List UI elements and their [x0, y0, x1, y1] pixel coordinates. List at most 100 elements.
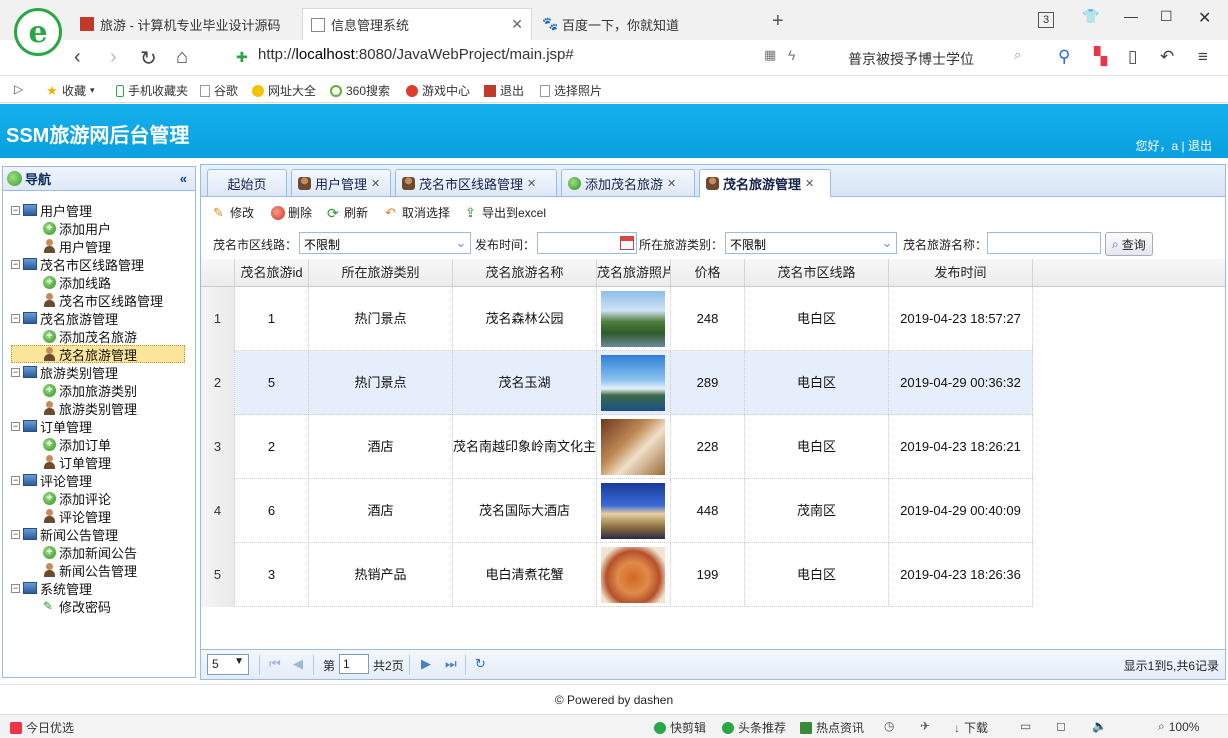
bookmark-favorites[interactable]: ★ 收藏 ▾ [46, 82, 95, 99]
tab-tour-manage[interactable]: 茂名旅游管理 ✕ [699, 169, 831, 197]
time-filter-input[interactable] [537, 232, 637, 254]
forward-icon[interactable]: › [110, 46, 117, 69]
status-rocket-icon[interactable]: ✈ [920, 719, 930, 733]
tree-toggle-icon[interactable]: − [11, 313, 20, 323]
table-row[interactable]: 4 6 酒店 茂名国际大酒店 448 茂南区 2019-04-29 00:40:09 [201, 479, 1033, 543]
nav-group[interactable]: − 旅游类别管理 [11, 363, 118, 381]
status-zoom[interactable]: ⌕ 100% [1158, 719, 1199, 734]
status-quick-edit[interactable]: 快剪辑 [654, 719, 706, 736]
find-icon[interactable]: ⚲ [1058, 47, 1070, 67]
column-header[interactable]: 茂名旅游名称 [453, 259, 597, 287]
reload-icon[interactable]: ↻ [140, 46, 157, 71]
apps-icon[interactable]: ▚ [1094, 47, 1107, 67]
qr-icon[interactable]: ▦ [764, 47, 776, 63]
menu-icon[interactable]: ≡ [1198, 47, 1208, 67]
tab-close-icon[interactable]: ✕ [371, 177, 380, 190]
refresh-button[interactable]: ⟳ 刷新 [327, 204, 368, 221]
tab-close-icon[interactable]: ✕ [805, 177, 814, 190]
tab-line-manage[interactable]: 茂名市区线路管理 ✕ [395, 169, 557, 196]
tree-toggle-icon[interactable]: − [11, 529, 20, 539]
status-hot-news[interactable]: 热点资讯 [800, 719, 864, 736]
nav-item[interactable]: + 添加茂名旅游 [43, 327, 137, 345]
name-filter-input[interactable] [987, 232, 1101, 254]
page-number-input[interactable]: 1 [339, 654, 369, 674]
page-size-select[interactable]: 5 ▼ [207, 654, 249, 675]
status-headlines[interactable]: 头条推荐 [722, 719, 786, 736]
nav-item[interactable]: + 添加线路 [43, 273, 111, 291]
nav-item[interactable]: 新闻公告管理 [43, 561, 137, 579]
nav-group[interactable]: − 新闻公告管理 [11, 525, 118, 543]
nav-item[interactable]: + 添加评论 [43, 489, 111, 507]
column-header[interactable]: 发布时间 [889, 259, 1033, 287]
status-screen-icon[interactable]: ◻ [1056, 719, 1066, 733]
column-header[interactable]: 茂名市区线路 [745, 259, 889, 287]
nav-group[interactable]: − 用户管理 [11, 201, 92, 219]
tab-user-manage[interactable]: 用户管理 ✕ [291, 169, 391, 196]
browser-tab-2[interactable]: 信息管理系统 ✕ [302, 8, 532, 40]
type-filter-select[interactable]: 不限制 ⌄ [725, 232, 897, 254]
search-icon[interactable]: ⌕ [1014, 47, 1021, 63]
tree-toggle-icon[interactable]: − [11, 367, 20, 377]
tablet-icon[interactable]: ▯ [1128, 47, 1137, 67]
cancel-select-button[interactable]: ↶ 取消选择 [385, 204, 450, 221]
nav-item[interactable]: 茂名旅游管理 [11, 345, 185, 363]
nav-item[interactable]: 茂名市区线路管理 [43, 291, 163, 309]
window-close-icon[interactable]: ✕ [1198, 8, 1211, 28]
tab-add-tour[interactable]: 添加茂名旅游 ✕ [561, 169, 695, 196]
nav-group[interactable]: − 订单管理 [11, 417, 92, 435]
tree-toggle-icon[interactable]: − [11, 259, 20, 269]
status-window-icon[interactable]: ▭ [1020, 719, 1031, 733]
bookmark-games[interactable]: 游戏中心 [406, 82, 470, 99]
undo-icon[interactable]: ↶ [1160, 47, 1174, 67]
query-button[interactable]: ⌕ 查询 [1105, 232, 1153, 256]
search-input[interactable]: 普京被授予博士学位 [840, 45, 1040, 71]
logout-link[interactable]: 退出 [1188, 139, 1212, 153]
table-row[interactable]: 5 3 热销产品 电白清煮花蟹 199 电白区 2019-04-23 18:26:36 [201, 543, 1033, 607]
bookmark-hao[interactable]: 网址大全 [252, 82, 316, 99]
url-input[interactable]: http://localhost:8080/JavaWebProject/mai… [258, 46, 574, 63]
tab-close-icon[interactable]: ✕ [527, 177, 536, 190]
browser-tab-3[interactable]: 🐾 百度一下，你就知道 [534, 8, 764, 40]
today-picks[interactable]: 今日优选 [10, 719, 74, 736]
nav-item[interactable]: + 添加旅游类别 [43, 381, 137, 399]
bookmark-photo[interactable]: 选择照片 [540, 82, 602, 99]
bookmark-google[interactable]: 谷歌 [200, 82, 238, 99]
collapse-icon[interactable]: « [180, 171, 187, 186]
reload-grid-icon[interactable]: ↻ [475, 656, 486, 672]
table-row[interactable]: 3 2 酒店 茂名南越印象岭南文化主 228 电白区 2019-04-23 18:26:21 [201, 415, 1033, 479]
nav-item[interactable]: 订单管理 [43, 453, 111, 471]
nav-item[interactable]: 评论管理 [43, 507, 111, 525]
nav-group[interactable]: − 茂名旅游管理 [11, 309, 118, 327]
nav-item[interactable]: ✎ 修改密码 [43, 597, 111, 615]
prev-page-icon[interactable]: ◀ [293, 656, 303, 672]
tree-toggle-icon[interactable]: − [11, 421, 20, 431]
status-download[interactable]: ↓ 下载 [954, 719, 988, 736]
close-icon[interactable]: ✕ [511, 16, 523, 33]
column-header[interactable]: 茂名旅游id [235, 259, 309, 287]
export-excel-button[interactable]: ⇪ 导出到excel [465, 204, 546, 221]
nav-item[interactable]: 用户管理 [43, 237, 111, 255]
home-icon[interactable]: ⌂ [176, 46, 188, 69]
column-header[interactable]: 茂名旅游照片 [597, 259, 671, 287]
last-page-icon[interactable]: ⏭ [445, 656, 457, 672]
tree-toggle-icon[interactable]: − [11, 583, 20, 593]
column-header[interactable]: 价格 [671, 259, 745, 287]
nav-group[interactable]: − 评论管理 [11, 471, 92, 489]
status-speed-icon[interactable]: ◷ [884, 719, 894, 733]
bookmark-360[interactable]: 360搜索 [330, 82, 390, 99]
bookmark-logout[interactable]: 退出 [484, 82, 524, 99]
nav-item[interactable]: + 添加新闻公告 [43, 543, 137, 561]
edit-button[interactable]: ✎ 修改 [213, 204, 254, 221]
new-tab-button[interactable]: + [772, 10, 784, 33]
delete-button[interactable]: 删除 [271, 204, 312, 221]
nav-item[interactable]: + 添加用户 [43, 219, 111, 237]
back-icon[interactable]: ‹ [74, 46, 81, 69]
lightning-icon[interactable]: ϟ [788, 47, 795, 63]
nav-item[interactable]: 旅游类别管理 [43, 399, 137, 417]
tab-close-icon[interactable]: ✕ [667, 177, 676, 190]
first-page-icon[interactable]: ⏮ [269, 656, 281, 672]
sidebar-toggle-icon[interactable]: ▷ [14, 82, 23, 96]
status-volume-icon[interactable]: 🔈 [1092, 719, 1107, 733]
nav-group[interactable]: − 系统管理 [11, 579, 92, 597]
line-filter-select[interactable]: 不限制 ⌄ [299, 232, 471, 254]
